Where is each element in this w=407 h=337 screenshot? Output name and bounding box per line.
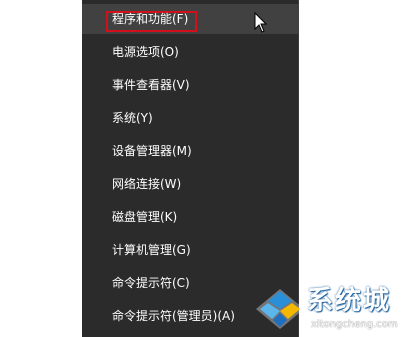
menu-item-label: 系统(Y) — [112, 111, 153, 125]
watermark-brand: 系统城 — [307, 286, 392, 316]
watermark-url: xitongcheng.com — [311, 319, 398, 330]
menu-item-power-options[interactable]: 电源选项(O) — [82, 37, 299, 67]
menu-item-label: 电源选项(O) — [112, 45, 179, 59]
site-watermark: 系统城 xitongcheng.com — [254, 285, 404, 335]
menu-item-device-manager[interactable]: 设备管理器(M) — [82, 136, 299, 166]
menu-item-label: 程序和功能(F) — [112, 12, 189, 26]
menu-item-label: 事件查看器(V) — [112, 78, 190, 92]
menu-item-label: 网络连接(W) — [112, 177, 182, 191]
menu-item-label: 计算机管理(G) — [112, 243, 191, 257]
mouse-pointer-icon — [254, 12, 268, 33]
menu-item-computer-management[interactable]: 计算机管理(G) — [82, 235, 299, 265]
windows-logo-icon — [256, 289, 304, 329]
menu-item-disk-management[interactable]: 磁盘管理(K) — [82, 202, 299, 232]
menu-item-system[interactable]: 系统(Y) — [82, 103, 299, 133]
menu-item-event-viewer[interactable]: 事件查看器(V) — [82, 70, 299, 100]
screenshot-stage: 程序和功能(F) 电源选项(O) 事件查看器(V) 系统(Y) 设备管理器(M)… — [0, 0, 407, 337]
menu-item-network-connections[interactable]: 网络连接(W) — [82, 169, 299, 199]
menu-item-label: 磁盘管理(K) — [112, 210, 178, 224]
menu-item-label: 命令提示符(管理员)(A) — [112, 309, 235, 323]
menu-item-label: 命令提示符(C) — [112, 276, 190, 290]
menu-item-label: 设备管理器(M) — [112, 144, 192, 158]
